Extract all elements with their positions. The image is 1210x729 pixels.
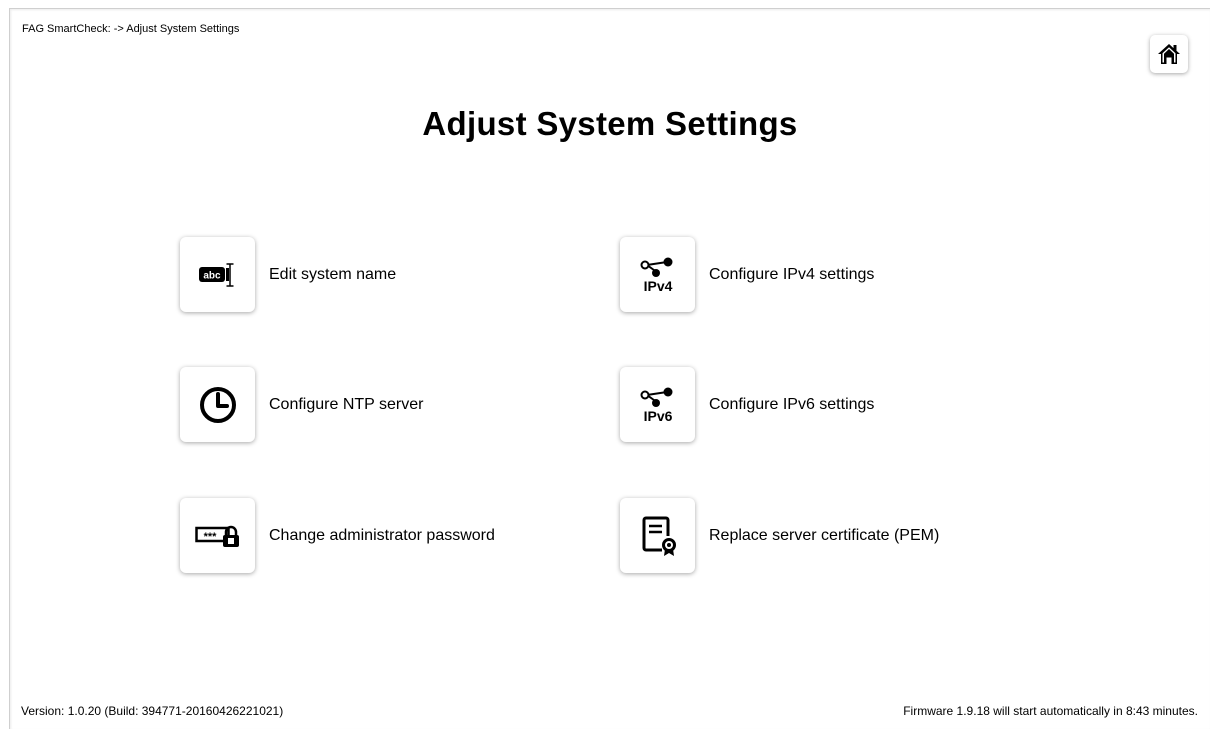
home-icon — [1158, 44, 1180, 64]
configure-ipv4-option[interactable]: IPv4 Configure IPv4 settings — [620, 237, 874, 312]
ipv4-network-icon: IPv4 — [640, 257, 672, 294]
breadcrumb: FAG SmartCheck: -> Adjust System Setting… — [22, 23, 240, 35]
change-password-label: Change administrator password — [269, 526, 495, 544]
password-lock-icon: *** — [194, 525, 239, 547]
change-password-button[interactable]: *** — [180, 498, 255, 573]
change-password-option[interactable]: *** Change administrator password — [180, 498, 495, 573]
ipv6-network-icon: IPv6 — [640, 387, 672, 424]
edit-system-name-option[interactable]: abc Edit system name — [180, 237, 396, 312]
text-edit-icon: abc — [198, 262, 233, 287]
certificate-icon — [642, 516, 676, 556]
configure-ntp-label: Configure NTP server — [269, 395, 424, 413]
configure-ipv6-label: Configure IPv6 settings — [709, 395, 875, 413]
configure-ntp-button[interactable] — [180, 367, 255, 442]
configure-ipv6-option[interactable]: IPv6 Configure IPv6 settings — [620, 367, 874, 442]
configure-ipv4-label: Configure IPv4 settings — [709, 265, 875, 283]
edit-system-name-label: Edit system name — [269, 265, 397, 283]
firmware-notice: Firmware 1.9.18 will start automatically… — [903, 704, 1198, 718]
svg-text:IPv6: IPv6 — [643, 408, 672, 424]
svg-text:IPv4: IPv4 — [643, 278, 672, 294]
page-title: Adjust System Settings — [422, 105, 798, 142]
replace-certificate-option[interactable]: Replace server certificate (PEM) — [620, 498, 939, 573]
replace-certificate-button[interactable] — [620, 498, 695, 573]
replace-certificate-label: Replace server certificate (PEM) — [709, 526, 940, 544]
configure-ipv6-button[interactable]: IPv6 — [620, 367, 695, 442]
svg-text:***: *** — [203, 531, 217, 543]
configure-ntp-option[interactable]: Configure NTP server — [180, 367, 423, 442]
edit-system-name-button[interactable]: abc — [180, 237, 255, 312]
version-info: Version: 1.0.20 (Build: 394771-201604262… — [21, 704, 284, 718]
svg-text:abc: abc — [203, 270, 221, 281]
clock-icon — [199, 386, 236, 423]
configure-ipv4-button[interactable]: IPv4 — [620, 237, 695, 312]
home-button[interactable] — [1150, 35, 1188, 73]
